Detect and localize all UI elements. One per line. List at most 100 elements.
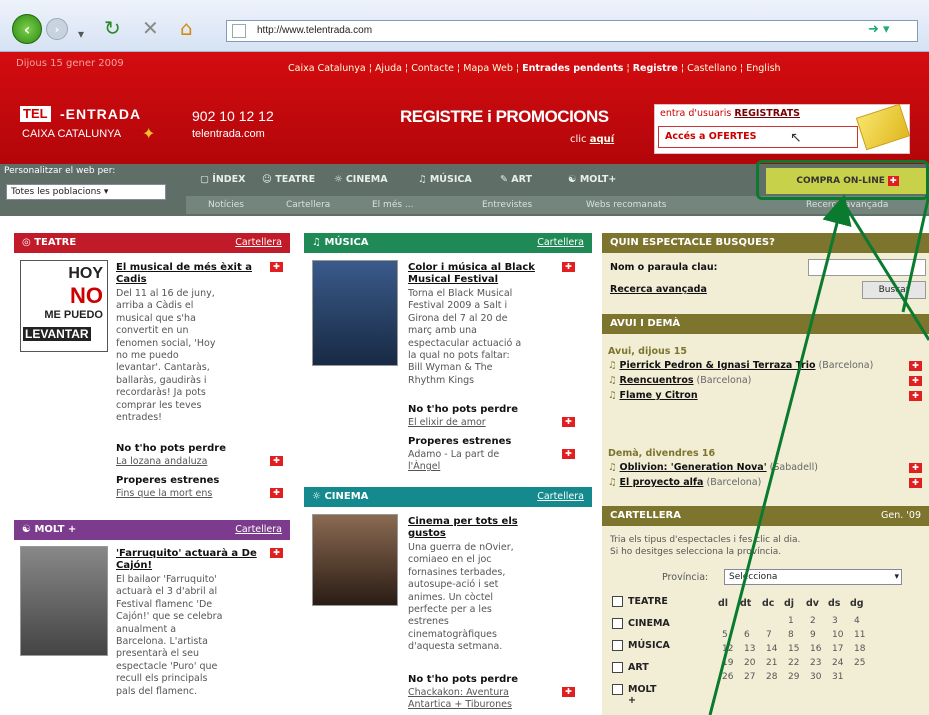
refresh-icon[interactable]: ↻	[104, 16, 121, 40]
event-title[interactable]: El proyecto alfa	[620, 477, 704, 488]
musica-article-title[interactable]: Color i música al Black Musical Festival	[408, 262, 558, 286]
calendar-day[interactable]: 1	[788, 616, 794, 626]
ticket-icon[interactable]: ✚	[562, 687, 575, 697]
history-dropdown-icon[interactable]: ▾	[78, 22, 84, 46]
calendar-day[interactable]: 4	[854, 616, 860, 626]
event-row[interactable]: ♫ Flame y Citron ✚	[608, 390, 926, 401]
calendar-day[interactable]: 11	[854, 630, 865, 640]
calendar-day[interactable]: 17	[832, 644, 843, 654]
cartellera-month[interactable]: Gen. '09	[881, 506, 921, 526]
event-row[interactable]: ♫ Reencuentros (Barcelona) ✚	[608, 375, 926, 386]
ticket-icon[interactable]: ✚	[562, 417, 575, 427]
calendar-day[interactable]: 15	[788, 644, 799, 654]
event-title[interactable]: Oblivion: 'Generation Nova'	[620, 462, 767, 473]
ticket-icon[interactable]: ✚	[270, 488, 283, 498]
calendar-day[interactable]: 7	[766, 630, 772, 640]
calendar-day[interactable]: 18	[854, 644, 865, 654]
calendar-day[interactable]: 27	[744, 672, 755, 682]
calendar-day[interactable]: 30	[810, 672, 821, 682]
forward-button[interactable]: ›	[46, 18, 68, 40]
calendar-day[interactable]: 19	[722, 658, 733, 668]
ticket-icon[interactable]: ✚	[909, 376, 922, 386]
search-advanced-link[interactable]: Recerca avançada	[610, 284, 707, 296]
event-title[interactable]: Reencuentros	[620, 375, 694, 386]
category-checkbox[interactable]	[612, 596, 623, 607]
event-row[interactable]: ♫ Pierrick Pedron & Ignasi Terraza Trio …	[608, 360, 926, 371]
link-mapa-web[interactable]: Mapa Web	[463, 63, 513, 74]
ticket-icon[interactable]: ✚	[909, 478, 922, 488]
event-row[interactable]: ♫ El proyecto alfa (Barcelona) ✚	[608, 477, 926, 488]
calendar-day[interactable]: 10	[832, 630, 843, 640]
link-ajuda[interactable]: Ajuda	[375, 63, 402, 74]
promo-registrats-link[interactable]: REGISTRATS	[734, 108, 800, 119]
address-bar[interactable]: http://www.telentrada.com	[226, 20, 918, 42]
musica-estrenes-link[interactable]: l'Àngel	[408, 461, 440, 473]
nav-teatre[interactable]: ☺ TEATRE	[262, 174, 315, 185]
calendar-day[interactable]: 12	[722, 644, 733, 654]
nav-index[interactable]: ▢ ÍNDEX	[200, 174, 245, 185]
link-castellano[interactable]: Castellano	[687, 63, 737, 74]
molt-cartellera-link[interactable]: Cartellera	[235, 520, 282, 540]
ticket-icon[interactable]: ✚	[270, 262, 283, 272]
teatre-cartellera-link[interactable]: Cartellera	[235, 233, 282, 253]
subnav-webs[interactable]: Webs recomanats	[586, 200, 666, 210]
category-checkbox[interactable]	[612, 684, 623, 695]
event-row[interactable]: ♫ Oblivion: 'Generation Nova' (Sabadell)…	[608, 462, 926, 473]
ticket-icon[interactable]: ✚	[270, 548, 283, 558]
event-title[interactable]: Flame y Citron	[620, 390, 698, 401]
calendar-day[interactable]: 2	[810, 616, 816, 626]
category-checkbox[interactable]	[612, 662, 623, 673]
teatre-thumbnail[interactable]: HOY NO ME PUEDO LEVANTAR	[20, 260, 108, 352]
molt-article-title[interactable]: 'Farruquito' actuarà a De Cajón!	[116, 548, 266, 572]
subnav-cartellera[interactable]: Cartellera	[286, 200, 330, 210]
link-english[interactable]: English	[746, 63, 780, 74]
calendar-day[interactable]: 23	[810, 658, 821, 668]
nav-musica[interactable]: ♫ MÚSICA	[418, 174, 472, 185]
calendar-day[interactable]: 9	[810, 630, 816, 640]
subnav-el-mes[interactable]: El més ...	[372, 200, 413, 210]
calendar-day[interactable]: 28	[766, 672, 777, 682]
calendar-day[interactable]: 5	[722, 630, 728, 640]
back-button[interactable]: ‹	[12, 14, 42, 44]
calendar-day[interactable]: 16	[810, 644, 821, 654]
nav-cinema[interactable]: ☼ CINEMA	[334, 174, 388, 185]
province-select[interactable]: Selecciona ▾	[724, 569, 902, 585]
ticket-icon[interactable]: ✚	[562, 449, 575, 459]
personalize-select[interactable]: Totes les poblacions ▾	[6, 184, 166, 200]
subnav-recerca[interactable]: Recerca avançada	[806, 200, 888, 210]
calendar-day[interactable]: 13	[744, 644, 755, 654]
subnav-entrevistes[interactable]: Entrevistes	[482, 200, 532, 210]
link-registre[interactable]: Registre	[633, 63, 678, 74]
ticket-icon[interactable]: ✚	[909, 391, 922, 401]
cinema-thumbnail[interactable]	[312, 514, 398, 606]
teatre-article-title[interactable]: El musical de més èxit a Cadis	[116, 262, 266, 286]
calendar-day[interactable]: 3	[832, 616, 838, 626]
promo-ofertes[interactable]: Accés a OFERTES	[658, 126, 858, 148]
event-title[interactable]: Pierrick Pedron & Ignasi Terraza Trio	[620, 360, 816, 371]
category-checkbox[interactable]	[612, 618, 623, 629]
calendar-day[interactable]: 29	[788, 672, 799, 682]
cinema-noperdre-link2[interactable]: Antartica + Tiburones	[408, 699, 512, 711]
search-button[interactable]: Buscar	[862, 281, 926, 299]
calendar-day[interactable]: 20	[744, 658, 755, 668]
calendar-day[interactable]: 22	[788, 658, 799, 668]
calendar-day[interactable]: 8	[788, 630, 794, 640]
link-contacte[interactable]: Contacte	[411, 63, 454, 74]
ticket-icon[interactable]: ✚	[270, 456, 283, 466]
teatre-estrenes-link[interactable]: Fins que la mort ens	[116, 488, 212, 500]
ticket-icon[interactable]: ✚	[909, 361, 922, 371]
home-icon[interactable]: ⌂	[180, 16, 193, 40]
molt-thumbnail[interactable]	[20, 546, 108, 656]
calendar-day[interactable]: 25	[854, 658, 865, 668]
nav-molt[interactable]: ☯ MOLT+	[568, 174, 616, 185]
teatre-noperdre-link[interactable]: La lozana andaluza	[116, 456, 207, 468]
register-click-link[interactable]: aquí	[590, 134, 614, 145]
stop-icon[interactable]: ✕	[142, 16, 159, 40]
calendar-day[interactable]: 24	[832, 658, 843, 668]
nav-art[interactable]: ✎ ART	[500, 174, 532, 185]
cinema-article-title[interactable]: Cinema per tots els gustos	[408, 516, 558, 540]
subnav-noticies[interactable]: Notícies	[208, 200, 244, 210]
musica-thumbnail[interactable]	[312, 260, 398, 366]
link-entrades-pendents[interactable]: Entrades pendents	[522, 63, 623, 74]
search-input[interactable]	[808, 259, 926, 276]
